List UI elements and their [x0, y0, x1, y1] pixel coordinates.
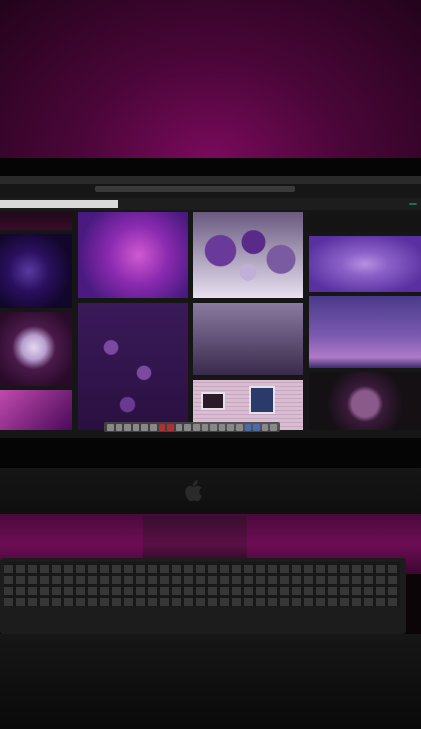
- dock-icon[interactable]: [184, 423, 191, 431]
- upload-button[interactable]: [409, 203, 417, 205]
- pink-wall: [0, 0, 421, 160]
- dock-icon[interactable]: [218, 423, 226, 431]
- keyboard-keys[interactable]: [4, 562, 400, 606]
- lilac-cluster-tile[interactable]: [78, 303, 188, 430]
- apple-logo-icon: [185, 480, 202, 502]
- sky-birds-tile[interactable]: [309, 296, 421, 368]
- window-right: [249, 386, 275, 414]
- monitor-stand: [143, 516, 247, 564]
- dock-icon[interactable]: [201, 423, 209, 431]
- dock-icon[interactable]: [167, 423, 174, 431]
- dock: [104, 422, 280, 432]
- screen: [0, 176, 421, 438]
- dock-icon[interactable]: [132, 423, 140, 431]
- imac-monitor: [0, 158, 421, 468]
- dock-icon[interactable]: [244, 423, 252, 431]
- balloons-tile[interactable]: [193, 212, 303, 298]
- daisy-tile[interactable]: [0, 312, 72, 386]
- address-bar[interactable]: [95, 186, 295, 192]
- purple-flower-tile[interactable]: [78, 212, 188, 298]
- dark-tile[interactable]: [0, 212, 72, 230]
- dock-icon[interactable]: [115, 423, 123, 431]
- dock-icon[interactable]: [149, 423, 157, 431]
- pink-gradient-tile[interactable]: [0, 390, 72, 430]
- dock-icon[interactable]: [210, 423, 217, 431]
- dock-icon[interactable]: [107, 423, 114, 431]
- search-input[interactable]: [0, 200, 118, 208]
- water-ripple-tile[interactable]: [309, 236, 421, 292]
- dock-icon[interactable]: [261, 423, 269, 431]
- dock-icon[interactable]: [227, 423, 234, 431]
- dock-icon[interactable]: [253, 423, 260, 431]
- monitor-chin: [0, 468, 421, 518]
- dock-icon[interactable]: [270, 423, 277, 431]
- window-left: [201, 392, 225, 410]
- menu-bar: [0, 176, 421, 184]
- sparkle-tile[interactable]: [0, 234, 72, 308]
- dock-icon[interactable]: [124, 423, 131, 431]
- desk-surface: [0, 634, 421, 729]
- dock-icon[interactable]: [192, 423, 200, 431]
- allium-field-tile[interactable]: [193, 303, 303, 375]
- dock-icon[interactable]: [235, 423, 243, 431]
- keyboard: [0, 558, 406, 634]
- dock-icon[interactable]: [141, 423, 148, 431]
- allium-dark-tile[interactable]: [309, 372, 421, 430]
- dock-icon[interactable]: [158, 423, 166, 431]
- dock-icon[interactable]: [175, 423, 183, 431]
- dark-top-tile[interactable]: [309, 212, 421, 232]
